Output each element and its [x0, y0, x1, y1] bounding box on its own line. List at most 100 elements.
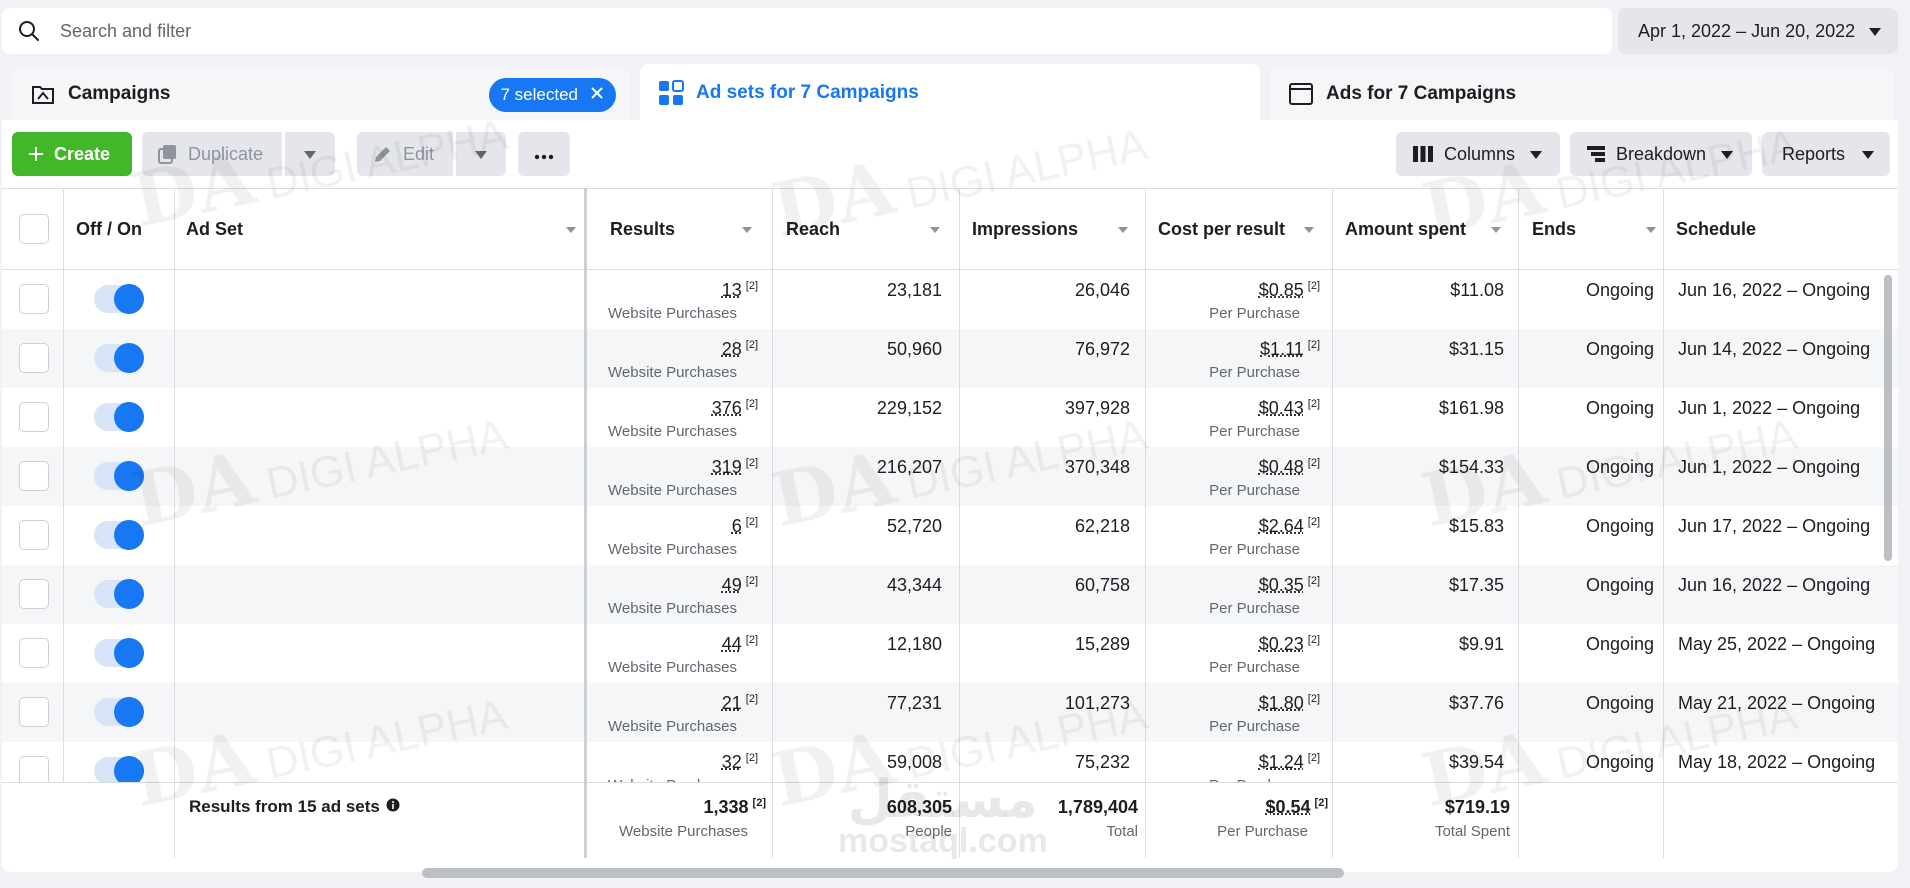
row-checkbox[interactable] [19, 756, 49, 782]
cost-per-result-cell[interactable]: $2.64 [2] [1154, 516, 1320, 537]
results-cell[interactable]: 32 [2] [606, 752, 758, 773]
date-range-picker[interactable]: Apr 1, 2022 – Jun 20, 2022 [1618, 8, 1898, 54]
cost-per-result-cell[interactable]: $1.80 [2] [1154, 693, 1320, 714]
horizontal-scrollbar[interactable] [422, 868, 1344, 878]
sort-icon [1646, 227, 1656, 233]
column-header-ad-set[interactable]: Ad Set [186, 189, 586, 270]
cost-per-result-cell[interactable]: $0.35 [2] [1154, 575, 1320, 596]
table-row[interactable]: 32[2]Website Purchases59,00875,232$1.24[… [2, 742, 1898, 782]
row-checkbox[interactable] [19, 638, 49, 668]
column-divider [959, 188, 960, 858]
reach-cell: 43,344 [886, 575, 942, 595]
search-input[interactable] [60, 20, 1460, 42]
column-header-off-on[interactable]: Off / On [76, 189, 142, 270]
column-header-impressions[interactable]: Impressions [972, 189, 1138, 270]
cost-per-result-cell[interactable]: $1.11 [2] [1154, 339, 1320, 360]
columns-label: Columns [1444, 143, 1516, 164]
results-cell[interactable]: 13 [2] [606, 280, 758, 301]
table-row[interactable]: 28 [2] Website Purchases 50,960 76,972 $1.11[… [2, 329, 1898, 388]
on-off-toggle[interactable] [94, 343, 144, 373]
table-row[interactable]: 13 [2] Website Purchases 23,181 26,046 $0.85[… [2, 270, 1898, 329]
on-off-toggle[interactable] [94, 402, 144, 432]
reach-cell: 77,231 [886, 693, 942, 713]
tab-ads[interactable]: Ads for 7 Campaigns [1270, 68, 1894, 120]
results-cell[interactable]: 6 [2] [606, 516, 758, 537]
edit-dropdown[interactable] [456, 132, 506, 176]
results-cell[interactable]: 44 [2] [606, 634, 758, 655]
results-type: Website Purchases [608, 423, 737, 440]
attribution-note: [2] [1307, 339, 1320, 351]
on-off-toggle[interactable] [94, 756, 144, 782]
on-off-toggle[interactable] [94, 461, 144, 491]
cost-per-result-cell[interactable]: $0.48 [2] [1154, 457, 1320, 478]
search-bar[interactable] [2, 8, 1612, 54]
selected-chip[interactable]: 7 selected [488, 78, 616, 112]
on-off-toggle[interactable] [94, 520, 144, 550]
info-icon[interactable] [386, 797, 400, 817]
create-button[interactable]: Create [12, 132, 132, 176]
ad-sets-table: Off / On Ad Set Results Reach Impression… [2, 188, 1898, 858]
column-header-results[interactable]: Results [610, 189, 762, 270]
row-checkbox[interactable] [19, 402, 49, 432]
on-off-toggle[interactable] [94, 284, 144, 314]
row-checkbox[interactable] [19, 579, 49, 609]
table-row[interactable]: 44 [2] Website Purchases 12,180 15,289 $0.23[… [2, 624, 1898, 683]
results-type: Website Purchases [608, 600, 737, 617]
column-header-ends[interactable]: Ends [1532, 189, 1666, 270]
row-checkbox[interactable] [19, 284, 49, 314]
cost-per-result-cell[interactable]: $0.23 [2] [1154, 634, 1320, 655]
reports-button[interactable]: Reports [1762, 132, 1890, 176]
row-checkbox[interactable] [19, 461, 49, 491]
tab-ad-sets[interactable]: Ad sets for 7 Campaigns [640, 64, 1260, 122]
cost-per-result-cell[interactable]: $0.43 [2] [1154, 398, 1320, 419]
column-divider [63, 188, 64, 782]
column-header-reach[interactable]: Reach [786, 189, 950, 270]
more-button[interactable] [518, 132, 570, 176]
breakdown-button[interactable]: Breakdown [1570, 132, 1752, 176]
header-label: Ad Set [186, 219, 244, 239]
row-checkbox[interactable] [19, 343, 49, 373]
duplicate-dropdown[interactable] [285, 132, 335, 176]
results-cell[interactable]: 21 [2] [606, 693, 758, 714]
cpr-value: $1.11 [1260, 339, 1304, 359]
duplicate-icon [158, 144, 178, 164]
results-cell[interactable]: 376 [2] [606, 398, 758, 419]
reports-label: Reports [1782, 143, 1846, 164]
row-checkbox[interactable] [19, 520, 49, 550]
table-row[interactable]: 319 [2] Website Purchases 216,207 370,348 $0.… [2, 447, 1898, 506]
ends-cell: Ongoing [1585, 339, 1654, 359]
header-label: Results [610, 219, 676, 239]
results-cell[interactable]: 49 [2] [606, 575, 758, 596]
vertical-scrollbar[interactable] [1884, 275, 1892, 561]
schedule-cell: May 21, 2022 – Ongoing [1678, 693, 1876, 713]
table-row[interactable]: 376 [2] Website Purchases 229,152 397,928 $0.… [2, 388, 1898, 447]
edit-button[interactable]: Edit [357, 132, 453, 176]
cost-per-result-cell[interactable]: $0.85 [2] [1154, 280, 1320, 301]
table-row[interactable]: 49 [2] Website Purchases 43,344 60,758 $0.35[… [2, 565, 1898, 624]
frozen-column-divider[interactable] [584, 188, 587, 858]
duplicate-button[interactable]: Duplicate [142, 132, 282, 176]
table-row[interactable]: 21 [2] Website Purchases 77,231 101,273 $1.80… [2, 683, 1898, 742]
row-checkbox[interactable] [19, 697, 49, 727]
impressions-cell: 60,758 [1074, 575, 1130, 595]
results-type: Website Purchases [608, 364, 737, 381]
on-off-toggle[interactable] [94, 638, 144, 668]
results-cell[interactable]: 319 [2] [606, 457, 758, 478]
column-header-cost-per-result[interactable]: Cost per result [1158, 189, 1324, 270]
column-header-amount-spent[interactable]: Amount spent [1345, 189, 1511, 270]
results-type: Website Purchases [608, 718, 737, 735]
columns-icon [1412, 145, 1434, 163]
column-header-schedule[interactable]: Schedule [1676, 189, 1756, 270]
select-all-checkbox[interactable] [19, 214, 49, 244]
on-off-toggle[interactable] [94, 697, 144, 727]
on-off-toggle[interactable] [94, 579, 144, 609]
table-row[interactable]: 6 [2] Website Purchases 52,720 62,218 $2.64 [2… [2, 506, 1898, 565]
cost-per-result-cell[interactable]: $1.24 [2] [1154, 752, 1320, 773]
top-bar: Apr 1, 2022 – Jun 20, 2022 [0, 0, 1910, 62]
columns-button[interactable]: Columns [1396, 132, 1560, 176]
results-cell[interactable]: 28 [2] [606, 339, 758, 360]
close-icon[interactable] [590, 85, 604, 105]
ends-cell: Ongoing [1585, 575, 1654, 595]
attribution-note: [2] [745, 280, 758, 292]
tab-campaigns[interactable]: Campaigns 7 selected [12, 68, 630, 120]
